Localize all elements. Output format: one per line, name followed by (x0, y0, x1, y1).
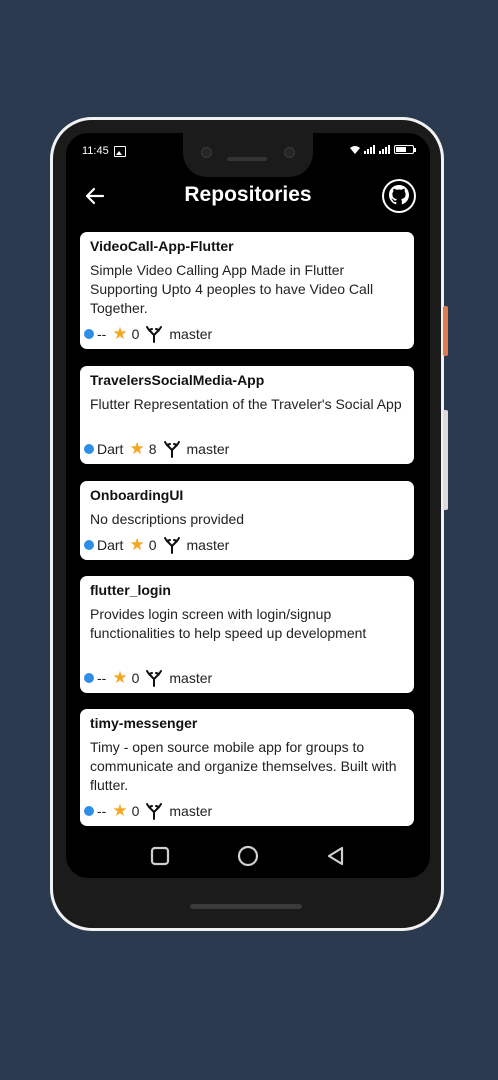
app-bar: Repositories (66, 179, 430, 213)
status-icons (350, 145, 416, 154)
repo-branch: master (169, 670, 213, 686)
language-dot (84, 806, 94, 816)
language-dot (84, 673, 94, 683)
branch-icon (146, 670, 163, 687)
repo-stars: 0 (148, 537, 157, 553)
repo-meta: -- ★ 0 master (84, 802, 212, 820)
star-icon: ★ (112, 801, 128, 820)
repo-language: -- (97, 326, 107, 342)
repo-name: flutter_login (90, 582, 171, 598)
home-indicator (190, 904, 302, 909)
repo-language: -- (97, 803, 107, 819)
repo-card[interactable]: OnboardingUI No descriptions provided Da… (80, 481, 414, 560)
repo-card[interactable]: VideoCall-App-Flutter Simple Video Calli… (80, 232, 414, 349)
repo-description: Timy - open source mobile app for groups… (90, 739, 397, 793)
repo-name: OnboardingUI (90, 487, 184, 503)
repo-meta: Dart ★ 8 master (84, 440, 229, 458)
github-icon[interactable] (382, 179, 416, 213)
repo-description: Provides login screen with login/signup … (90, 606, 367, 641)
repo-name: timy-messenger (90, 715, 198, 731)
repo-description: Flutter Representation of the Traveler's… (90, 396, 402, 412)
repo-meta: -- ★ 0 master (84, 669, 212, 687)
repo-name: VideoCall-App-Flutter (90, 238, 234, 254)
repo-branch: master (169, 803, 213, 819)
system-nav-bar (66, 833, 430, 878)
language-dot (84, 444, 94, 454)
page-title: Repositories (184, 183, 312, 206)
branch-icon (146, 803, 163, 820)
repo-stars: 0 (131, 670, 140, 686)
repo-card[interactable]: timy-messenger Timy - open source mobile… (80, 709, 414, 826)
repo-branch: master (169, 326, 213, 342)
wifi-icon (350, 145, 360, 154)
repo-meta: -- ★ 0 master (84, 325, 212, 343)
star-icon: ★ (129, 439, 145, 458)
repo-meta: Dart ★ 0 master (84, 536, 229, 554)
star-icon: ★ (112, 324, 128, 343)
repo-stars: 0 (131, 326, 140, 342)
branch-icon (163, 537, 180, 554)
star-icon: ★ (112, 668, 128, 687)
image-notification-icon (113, 145, 126, 157)
language-dot (84, 540, 94, 550)
repo-description: Simple Video Calling App Made in Flutter… (90, 262, 374, 316)
home-circle-icon[interactable] (236, 844, 260, 868)
repo-stars: 0 (131, 803, 140, 819)
repo-branch: master (186, 537, 230, 553)
repo-stars: 8 (148, 441, 157, 457)
volume-button (443, 306, 448, 356)
speaker (227, 157, 267, 161)
battery-icon (394, 145, 416, 154)
branch-icon (146, 326, 163, 343)
signal-icon (364, 145, 375, 154)
recents-square-icon[interactable] (148, 844, 172, 868)
repo-card[interactable]: flutter_login Provides login screen with… (80, 576, 414, 693)
back-triangle-icon[interactable] (324, 844, 348, 868)
repo-branch: master (186, 441, 230, 457)
repo-card[interactable]: TravelersSocialMedia-App Flutter Represe… (80, 366, 414, 464)
screen: 11:45 Repositories VideoCall-App-Flutter… (66, 133, 430, 878)
branch-icon (163, 441, 180, 458)
camera-icon (201, 147, 212, 158)
clock: 11:45 (82, 145, 109, 157)
sensor-icon (284, 147, 295, 158)
language-dot (84, 329, 94, 339)
status-time: 11:45 (82, 145, 126, 157)
notch (183, 133, 313, 177)
repo-language: Dart (97, 441, 124, 457)
repo-description: No descriptions provided (90, 511, 245, 527)
star-icon: ★ (129, 535, 145, 554)
repo-name: TravelersSocialMedia-App (90, 372, 265, 388)
repo-language: Dart (97, 537, 124, 553)
signal-icon-2 (379, 145, 390, 154)
power-button (443, 410, 448, 510)
repo-language: -- (97, 670, 107, 686)
